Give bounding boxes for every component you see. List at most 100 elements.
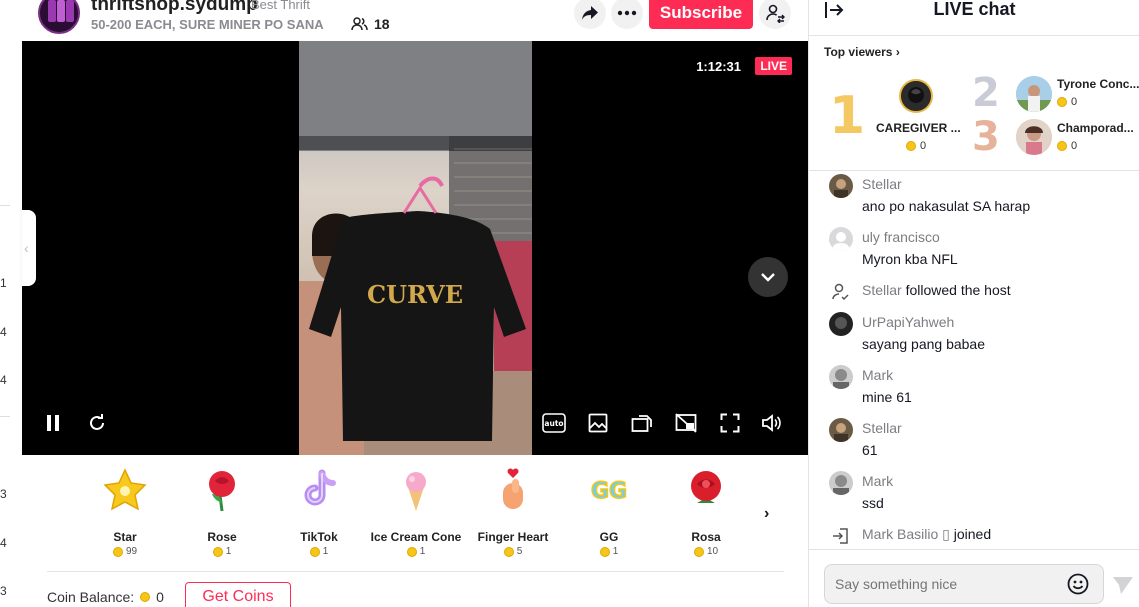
gift-gg[interactable]: GG GG 1 (561, 465, 657, 557)
gift-name: Ice Cream Cone (370, 530, 462, 544)
stream-timer: 1:12:31 (696, 59, 741, 74)
fullscreen-icon (720, 413, 740, 433)
chat-text: sayang pang babae (862, 336, 985, 352)
chat-input-row (809, 549, 1139, 607)
gift-tiktok[interactable]: TikTok 1 (271, 465, 367, 557)
avatar[interactable] (829, 418, 853, 442)
sidebar-number: 4 (0, 536, 7, 550)
chat-text: mine 61 (862, 389, 912, 405)
subscribe-button[interactable]: Subscribe (649, 0, 753, 29)
volume-icon (762, 414, 781, 432)
chat-username[interactable]: UrPapiYahweh (862, 314, 954, 330)
top-viewer-2-avatar[interactable] (1016, 76, 1052, 112)
gift-price: 10 (658, 546, 754, 557)
top-viewer-3-name[interactable]: Champorad... (1057, 121, 1134, 135)
coin-icon (140, 592, 151, 602)
send-button[interactable] (1112, 575, 1134, 600)
pause-button[interactable] (41, 411, 65, 435)
avatar[interactable] (829, 471, 853, 495)
avatar[interactable] (829, 227, 853, 251)
sidebar-number: 4 (0, 373, 7, 387)
gift-name: Star (113, 530, 137, 544)
video-player[interactable]: CURVE 1:12:31 LIVE auto (22, 41, 808, 455)
chat-username[interactable]: Stellar (862, 282, 902, 298)
chat-username[interactable]: Stellar (862, 176, 902, 192)
avatar[interactable] (829, 365, 853, 389)
coin-icon (1057, 97, 1067, 107)
chat-event-text: Mark Basilio ▯ joined (862, 526, 991, 543)
gift-price: 5 (465, 546, 561, 557)
divider (0, 205, 10, 206)
chevron-left-icon: ‹ (24, 240, 29, 256)
coin-icon (212, 546, 223, 557)
sidebar-number: 1 (0, 276, 7, 290)
chevron-right-icon: › (895, 45, 900, 59)
rotate-button[interactable] (630, 411, 654, 435)
more-icon (617, 10, 637, 16)
chat-username[interactable]: Mark (862, 367, 893, 383)
gift-price: 1 (271, 546, 367, 557)
picture-button[interactable] (586, 411, 610, 435)
coin-balance-value: 0 (156, 589, 164, 605)
coin-icon (599, 546, 610, 557)
top-viewer-1-name[interactable]: CAREGIVER ... (876, 121, 961, 135)
more-button[interactable] (611, 0, 643, 29)
coin-balance-label: Coin Balance: (47, 589, 135, 605)
avatar[interactable] (829, 312, 853, 336)
host-name[interactable]: thriftshop.sydump (91, 0, 258, 16)
coin-icon (906, 141, 916, 151)
top-viewers-link[interactable]: Top viewers › (824, 45, 900, 59)
screen-off-button[interactable] (674, 411, 698, 435)
top-viewer-3-avatar[interactable] (1016, 119, 1052, 155)
volume-button[interactable] (760, 411, 784, 435)
collapse-chat-button[interactable] (823, 0, 845, 25)
left-sidebar-sliver: 1 4 4 3 4 3 (0, 0, 22, 607)
ice-cream-gift-icon (406, 472, 426, 511)
avatar[interactable] (829, 174, 853, 198)
stream-scene-image: CURVE (299, 41, 532, 455)
rose-gift-icon (209, 471, 235, 512)
get-coins-button[interactable]: Get Coins (185, 582, 291, 607)
chat-username[interactable]: uly francisco (862, 229, 940, 245)
chat-input[interactable] (824, 564, 1104, 604)
emoji-button[interactable] (1067, 573, 1089, 600)
svg-text:GG: GG (591, 479, 627, 504)
rank-1: 1 (829, 86, 866, 146)
follow-event-icon (829, 280, 853, 304)
top-viewer-2-name[interactable]: Tyrone Conc... (1057, 77, 1139, 91)
gift-name: Finger Heart (477, 530, 549, 544)
chevron-down-icon (761, 273, 775, 282)
gift-ice-cream-cone[interactable]: Ice Cream Cone 1 (368, 465, 464, 557)
chat-username[interactable]: Mark Basilio ▯ (862, 526, 950, 542)
auto-quality-button[interactable]: auto (542, 411, 566, 435)
sidebar-number: 3 (0, 584, 7, 598)
gift-finger-heart[interactable]: Finger Heart 5 (465, 465, 561, 557)
sidebar-collapse-tab[interactable]: ‹ (22, 210, 36, 286)
collapse-video-button[interactable] (748, 257, 788, 297)
event-label: joined (953, 526, 992, 542)
top-viewer-1-score: 0 (906, 140, 926, 152)
collapse-right-icon (825, 2, 844, 18)
coin-icon (406, 546, 417, 557)
share-button[interactable] (574, 0, 606, 29)
sidebar-number: 3 (0, 487, 7, 501)
chat-text: ano po nakasulat SA harap (862, 198, 1031, 214)
rosa-gift-icon (691, 471, 721, 503)
user-switch-icon (766, 4, 785, 23)
chat-username[interactable]: Stellar (862, 420, 902, 436)
fullscreen-button[interactable] (718, 411, 742, 435)
chat-username[interactable]: Mark (862, 473, 893, 489)
picture-icon (588, 413, 608, 433)
divider (0, 416, 10, 417)
gift-rose[interactable]: Rose 1 (174, 465, 270, 557)
star-gift-icon (103, 468, 147, 511)
gift-star[interactable]: Star 99 (77, 465, 173, 557)
gifts-next-button[interactable]: › (764, 505, 769, 523)
top-viewer-1-avatar[interactable] (899, 79, 933, 113)
refresh-icon (90, 414, 104, 430)
refresh-button[interactable] (85, 411, 109, 435)
user-switch-button[interactable] (759, 0, 791, 29)
gift-rosa[interactable]: Rosa 10 (658, 465, 754, 557)
gift-price: 1 (561, 546, 657, 557)
host-avatar[interactable] (38, 0, 80, 34)
